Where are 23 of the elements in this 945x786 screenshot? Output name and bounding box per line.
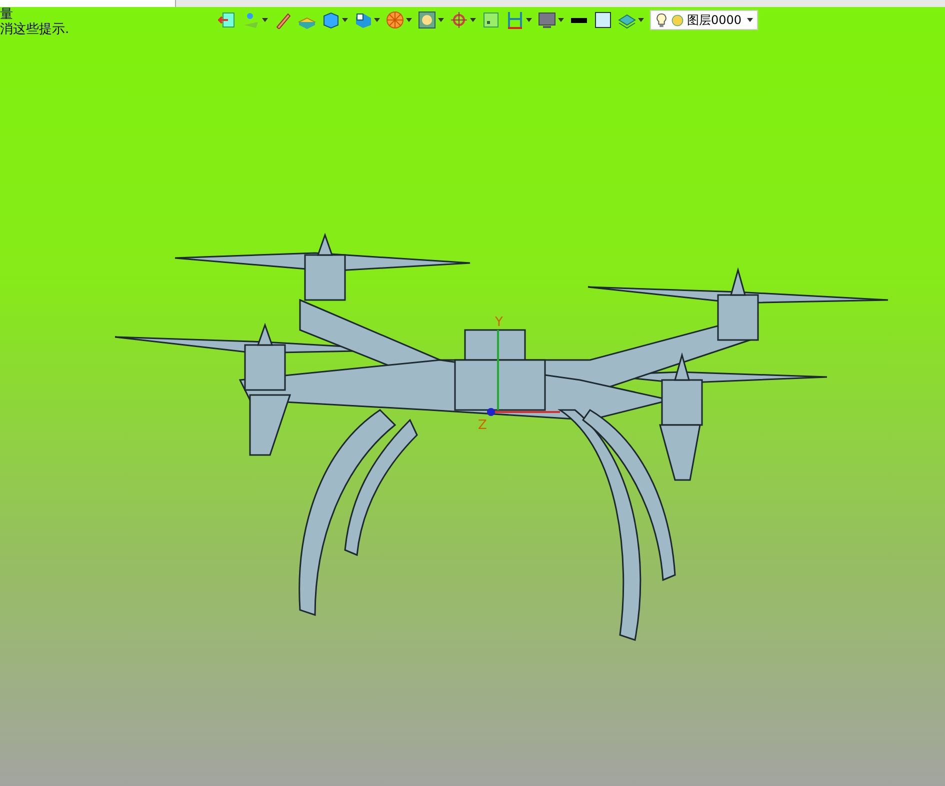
dropdown-caret-icon[interactable]: [558, 18, 564, 22]
dropdown-caret-icon[interactable]: [342, 18, 348, 22]
exit-tool-icon[interactable]: [218, 11, 236, 29]
monitor-tool-icon[interactable]: [538, 11, 556, 29]
dropdown-caret-icon[interactable]: [438, 18, 444, 22]
axis-label: Z: [478, 418, 487, 433]
dropdown-caret-icon[interactable]: [262, 18, 268, 22]
axis-label: Y: [495, 315, 503, 330]
dropdown-caret-icon[interactable]: [526, 18, 532, 22]
dropdown-caret-icon[interactable]: [470, 18, 476, 22]
dropdown-caret-icon[interactable]: [406, 18, 412, 22]
dropdown-caret-icon[interactable]: [638, 18, 644, 22]
target-tool-icon[interactable]: [450, 11, 468, 29]
hint-text: 消这些提示.: [0, 22, 70, 37]
square-tool-icon[interactable]: [482, 11, 500, 29]
frame-tool-icon[interactable]: [418, 11, 436, 29]
hint-text: 量: [0, 7, 14, 22]
dropdown-caret-icon[interactable]: [374, 18, 380, 22]
fill-tool-icon[interactable]: [594, 11, 612, 29]
pen-tool-icon[interactable]: [274, 11, 292, 29]
lightbulb-icon: [655, 12, 668, 28]
cube-tool-icon[interactable]: [322, 11, 340, 29]
layer-select[interactable]: 图层0000: [650, 10, 758, 30]
